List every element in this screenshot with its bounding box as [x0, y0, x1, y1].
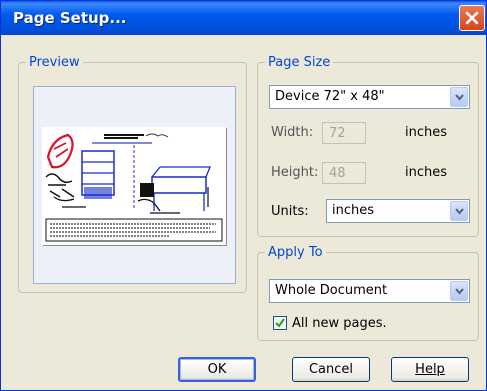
- preview-artwork: [45, 133, 223, 242]
- cancel-button-label: Cancel: [308, 362, 354, 377]
- chevron-down-icon: [455, 208, 464, 215]
- chevron-down-icon: [455, 288, 464, 295]
- title-bar[interactable]: Page Setup...: [1, 1, 486, 35]
- window-title: Page Setup...: [13, 9, 127, 27]
- units-dropdown-arrow[interactable]: [450, 201, 468, 221]
- height-field[interactable]: 48: [322, 162, 366, 184]
- preview-page: [42, 127, 226, 245]
- page-preview: [33, 86, 236, 284]
- width-label: Width:: [271, 125, 314, 140]
- units-label: Units:: [271, 204, 309, 219]
- help-button-label: Help: [415, 362, 445, 377]
- ok-button-label: OK: [207, 362, 227, 377]
- close-icon: [465, 11, 479, 25]
- apply-to-dropdown-arrow[interactable]: [450, 281, 468, 301]
- height-label: Height:: [271, 165, 319, 180]
- checkmark-icon: [275, 318, 285, 328]
- apply-to-value: Whole Document: [275, 283, 388, 298]
- apply-to-dropdown[interactable]: Whole Document: [269, 279, 470, 303]
- units-dropdown[interactable]: inches: [326, 199, 470, 223]
- height-value: 48: [329, 166, 346, 181]
- page-size-legend: Page Size: [268, 55, 331, 70]
- page-size-dropdown[interactable]: Device 72" x 48": [269, 85, 470, 109]
- ok-button[interactable]: OK: [178, 357, 256, 382]
- page-size-value: Device 72" x 48": [275, 89, 385, 104]
- width-field[interactable]: 72: [322, 122, 366, 144]
- width-unit-label: inches: [405, 125, 448, 140]
- units-value: inches: [332, 203, 375, 218]
- width-value: 72: [329, 126, 346, 141]
- apply-to-legend: Apply To: [268, 245, 323, 260]
- all-new-pages-checkbox[interactable]: [273, 316, 287, 330]
- close-button[interactable]: [459, 5, 485, 31]
- page-setup-dialog: Page Setup... Preview Page Size Device 7…: [0, 0, 487, 391]
- cancel-button[interactable]: Cancel: [292, 357, 370, 382]
- help-button[interactable]: Help: [391, 357, 469, 382]
- preview-legend: Preview: [29, 55, 80, 70]
- all-new-pages-label[interactable]: All new pages.: [292, 316, 387, 331]
- chevron-down-icon: [455, 94, 464, 101]
- height-unit-label: inches: [405, 165, 448, 180]
- page-size-dropdown-arrow[interactable]: [450, 87, 468, 107]
